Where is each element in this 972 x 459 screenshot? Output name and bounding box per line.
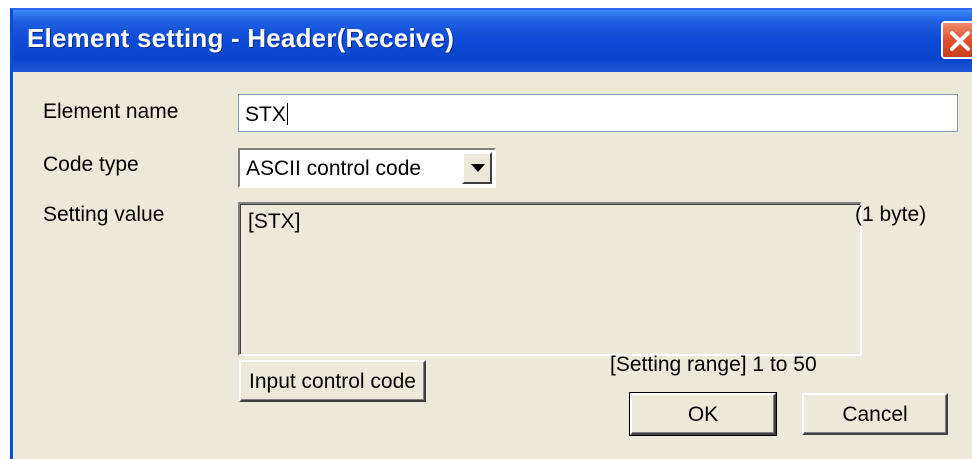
element-setting-dialog: Element setting - Header(Receive) Elemen… bbox=[10, 8, 972, 459]
cancel-button[interactable]: Cancel bbox=[802, 393, 948, 435]
setting-value-label: Setting value bbox=[43, 203, 165, 226]
element-name-label: Element name bbox=[43, 100, 179, 123]
code-type-label: Code type bbox=[43, 153, 139, 176]
input-control-code-button[interactable]: Input control code bbox=[239, 360, 426, 402]
code-type-value: ASCII control code bbox=[246, 157, 422, 180]
code-type-select[interactable]: ASCII control code bbox=[238, 148, 496, 188]
setting-value-display: [STX] bbox=[238, 202, 862, 356]
chevron-down-icon bbox=[471, 164, 485, 172]
setting-value-text: [STX] bbox=[248, 210, 301, 233]
element-name-input[interactable]: STX bbox=[238, 94, 958, 132]
ok-button[interactable]: OK bbox=[629, 392, 777, 436]
close-button[interactable] bbox=[941, 21, 972, 59]
dropdown-button[interactable] bbox=[462, 152, 492, 184]
close-icon bbox=[950, 31, 970, 51]
element-name-value: STX bbox=[245, 103, 286, 126]
byte-count: (1 byte) bbox=[855, 203, 927, 226]
text-caret bbox=[286, 103, 288, 125]
title-bar[interactable]: Element setting - Header(Receive) bbox=[13, 10, 972, 72]
window-title: Element setting - Header(Receive) bbox=[27, 23, 455, 53]
setting-range: [Setting range] 1 to 50 bbox=[610, 353, 817, 376]
